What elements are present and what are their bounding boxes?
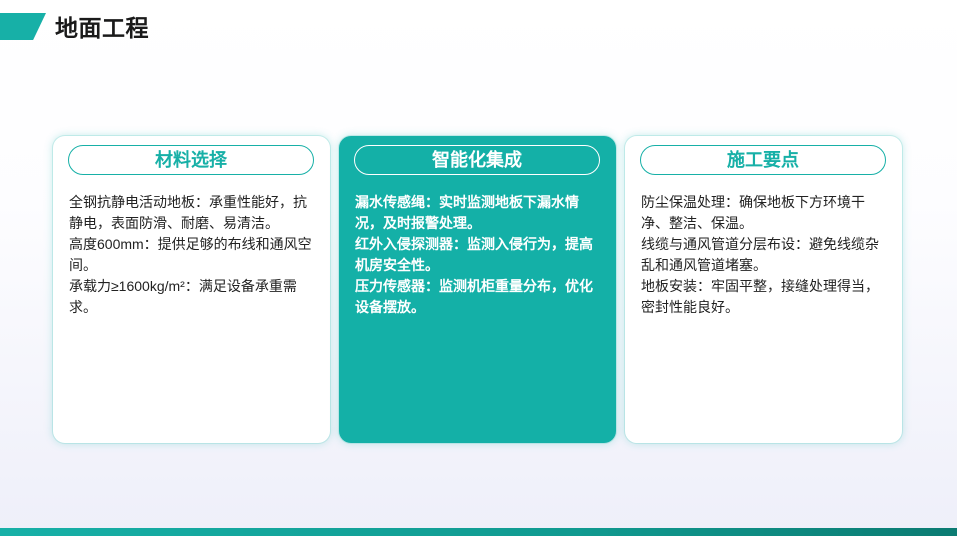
card-smart-integration: 智能化集成 漏水传感绳：实时监测地板下漏水情况，及时报警处理。 红外入侵探测器：… xyxy=(339,136,616,443)
card-item: 红外入侵探测器：监测入侵行为，提高机房安全性。 xyxy=(355,236,593,273)
slide: 地面工程 材料选择 全钢抗静电活动地板：承重性能好，抗静电，表面防滑、耐磨、易清… xyxy=(0,0,957,536)
footer-bar xyxy=(0,528,957,536)
card-header-pill: 材料选择 xyxy=(68,145,314,175)
card-materials: 材料选择 全钢抗静电活动地板：承重性能好，抗静电，表面防滑、耐磨、易清洁。 高度… xyxy=(53,136,330,443)
card-row: 材料选择 全钢抗静电活动地板：承重性能好，抗静电，表面防滑、耐磨、易清洁。 高度… xyxy=(53,136,902,443)
card-item: 高度600mm：提供足够的布线和通风空间。 xyxy=(69,236,312,273)
card-item: 漏水传感绳：实时监测地板下漏水情况，及时报警处理。 xyxy=(355,194,579,231)
card-header-pill: 施工要点 xyxy=(640,145,886,175)
card-body: 防尘保温处理：确保地板下方环境干净、整洁、保温。 线缆与通风管道分层布设：避免线… xyxy=(641,192,891,318)
card-construction-points: 施工要点 防尘保温处理：确保地板下方环境干净、整洁、保温。 线缆与通风管道分层布… xyxy=(625,136,902,443)
card-item: 全钢抗静电活动地板：承重性能好，抗静电，表面防滑、耐磨、易清洁。 xyxy=(69,194,307,231)
title-accent-shape xyxy=(0,13,46,40)
card-title: 材料选择 xyxy=(155,150,227,170)
card-body: 漏水传感绳：实时监测地板下漏水情况，及时报警处理。 红外入侵探测器：监测入侵行为… xyxy=(355,192,605,318)
card-item: 防尘保温处理：确保地板下方环境干净、整洁、保温。 xyxy=(641,194,865,231)
card-item: 承载力≥1600kg/m²：满足设备承重需求。 xyxy=(69,278,297,315)
card-title: 智能化集成 xyxy=(432,150,522,170)
page-title: 地面工程 xyxy=(55,15,149,41)
card-item: 地板安装：牢固平整，接缝处理得当，密封性能良好。 xyxy=(641,278,879,315)
card-title: 施工要点 xyxy=(727,150,799,170)
card-item: 压力传感器：监测机柜重量分布，优化设备摆放。 xyxy=(355,278,593,315)
card-header-pill: 智能化集成 xyxy=(354,145,600,175)
card-item: 线缆与通风管道分层布设：避免线缆杂乱和通风管道堵塞。 xyxy=(641,236,879,273)
card-body: 全钢抗静电活动地板：承重性能好，抗静电，表面防滑、耐磨、易清洁。 高度600mm… xyxy=(69,192,319,318)
